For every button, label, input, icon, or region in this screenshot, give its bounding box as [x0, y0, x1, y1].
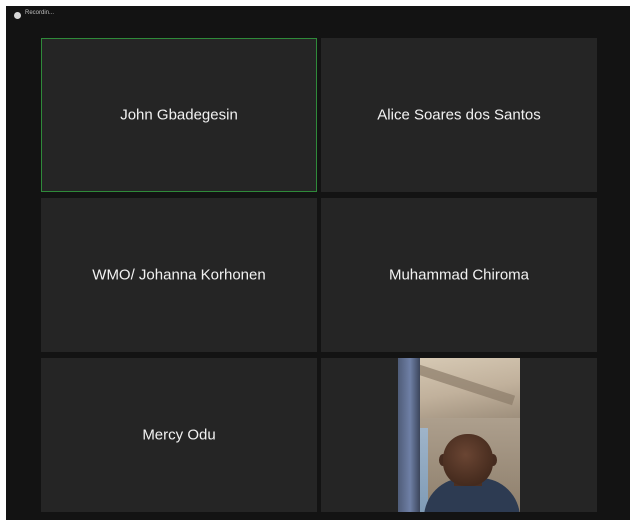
video-pillar	[398, 358, 420, 512]
participant-name: WMO/ Johanna Korhonen	[92, 266, 266, 284]
top-bar: Recordin...	[6, 6, 630, 28]
participant-name: Alice Soares dos Santos	[377, 106, 541, 124]
participant-tile-johanna-korhonen[interactable]: WMO/ Johanna Korhonen	[41, 198, 317, 352]
participant-tile-alice-soares-dos-santos[interactable]: Alice Soares dos Santos	[321, 38, 597, 192]
recording-indicator-icon[interactable]	[14, 12, 21, 19]
participant-tile-video[interactable]	[321, 358, 597, 512]
gallery-grid: John Gbadegesin Alice Soares dos Santos …	[41, 38, 601, 514]
participant-name: Mercy Odu	[142, 426, 216, 444]
participant-video-feed	[398, 358, 520, 512]
participant-tile-john-gbadegesin[interactable]: John Gbadegesin	[41, 38, 317, 192]
participant-name: John Gbadegesin	[120, 106, 238, 124]
recording-label: Recordin...	[25, 10, 55, 16]
video-person-head	[443, 434, 493, 486]
participant-name: Muhammad Chiroma	[388, 266, 530, 284]
meeting-window: Recordin... John Gbadegesin Alice Soares…	[6, 6, 630, 520]
participant-tile-mercy-odu[interactable]: Mercy Odu	[41, 358, 317, 512]
participant-tile-muhammad-chiroma[interactable]: Muhammad Chiroma	[321, 198, 597, 352]
